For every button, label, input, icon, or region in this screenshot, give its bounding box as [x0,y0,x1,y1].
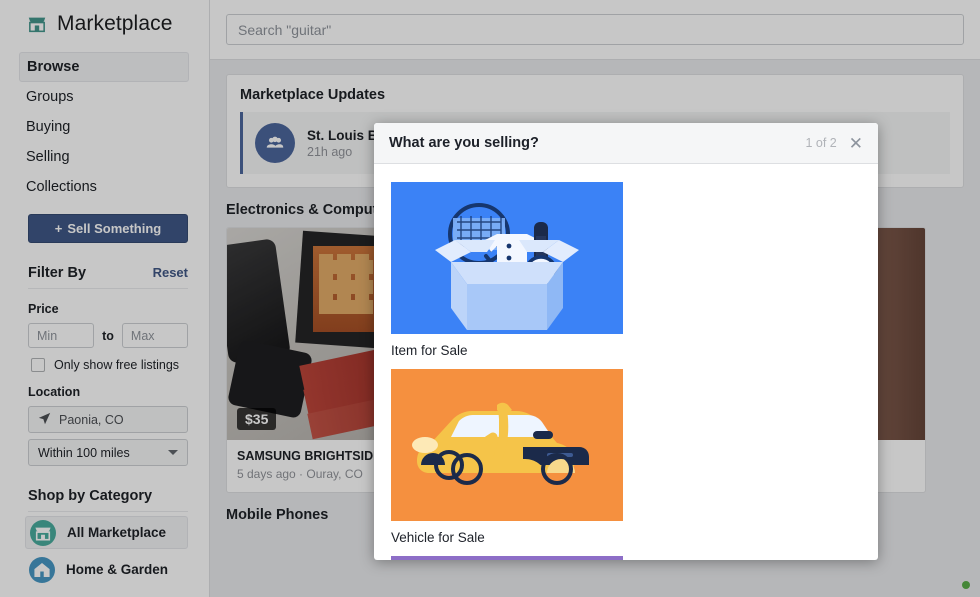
what-are-you-selling-modal: What are you selling? 1 of 2 ✕ Item for … [374,123,878,560]
choice-vehicle-for-sale[interactable]: Vehicle for Sale [391,369,623,545]
open-box-icon [391,182,623,334]
modal-header: What are you selling? 1 of 2 ✕ [374,123,878,164]
modal-step-indicator: 1 of 2 [805,136,837,150]
marketplace-page: Marketplace Browse Groups Buying Selling… [0,0,980,597]
close-icon[interactable]: ✕ [849,135,863,152]
modal-body: Item for Sale Vehicle for Sale [374,164,878,560]
choice-label: Vehicle for Sale [391,530,485,545]
choice-item-for-sale[interactable]: Item for Sale [391,182,623,358]
choice-label: Item for Sale [391,343,468,358]
choice-home-for-rent[interactable]: Home for Rent [391,556,623,560]
modal-title: What are you selling? [389,135,539,151]
row-houses-icon [391,556,623,560]
car-scooter-icon [391,369,623,521]
